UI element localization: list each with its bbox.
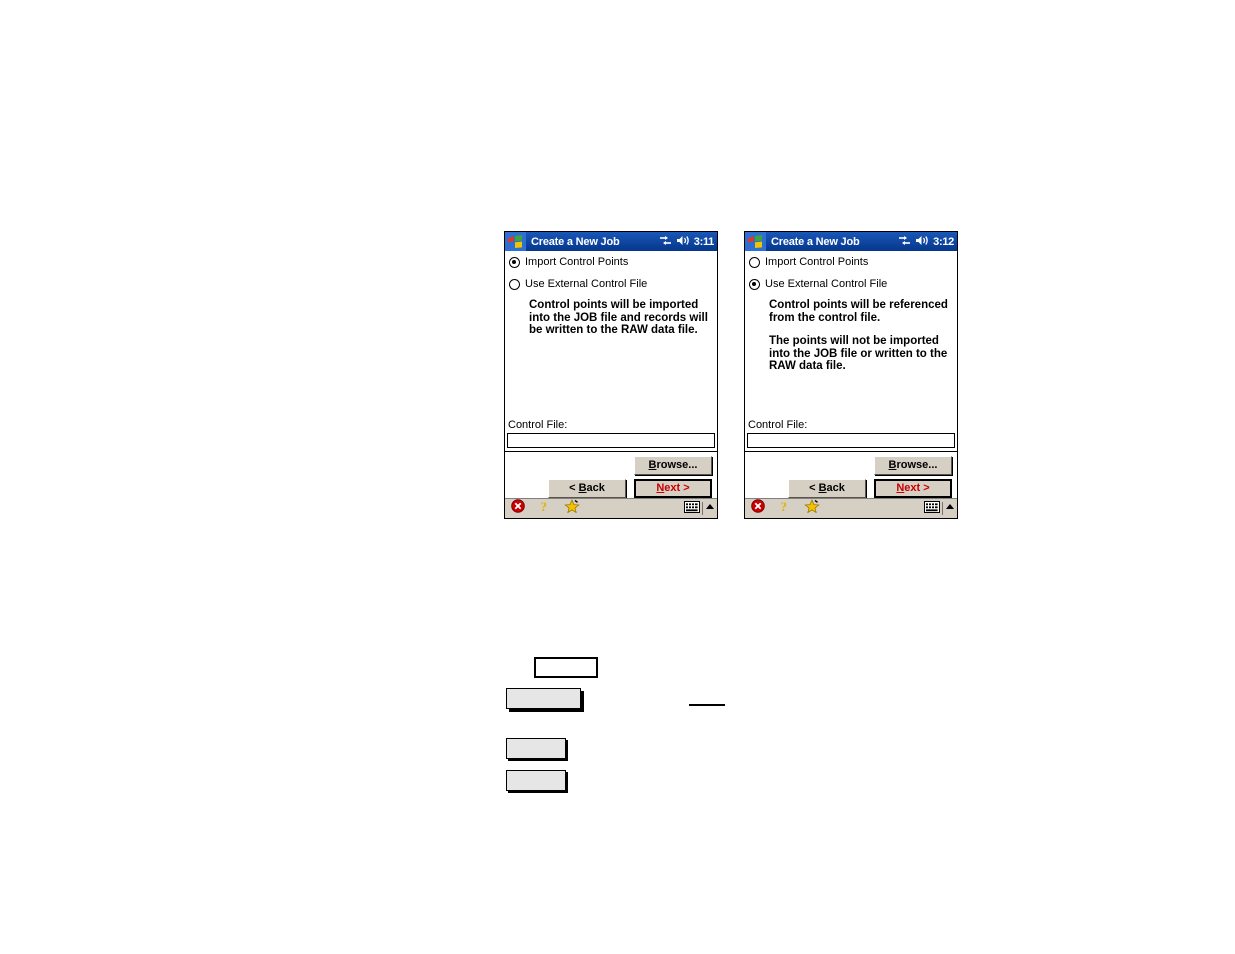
- speaker-icon[interactable]: [676, 233, 690, 251]
- speaker-icon[interactable]: [915, 233, 929, 251]
- next-button[interactable]: Next >: [874, 479, 952, 498]
- control-file-label: Control File:: [748, 419, 808, 431]
- blank-box-1: [534, 657, 598, 678]
- clock: 3:11: [693, 235, 715, 248]
- chevron-up-icon[interactable]: [705, 500, 715, 518]
- taskbar-tray: [924, 499, 955, 518]
- help-question-icon[interactable]: ?: [779, 499, 790, 518]
- star-icon[interactable]: [804, 498, 820, 518]
- description-area: Control points will be referenced from t…: [745, 295, 957, 419]
- back-button[interactable]: < Back: [548, 479, 626, 498]
- navigation-row: < Back Next >: [745, 475, 957, 498]
- connectivity-icon[interactable]: [898, 233, 911, 251]
- pda-window-left: Create a New Job 3:11 Import Control Poi…: [504, 231, 718, 519]
- radio-label: Import Control Points: [765, 256, 869, 268]
- blank-box-2: [506, 688, 581, 709]
- back-button[interactable]: < Back: [788, 479, 866, 498]
- keyboard-icon[interactable]: [924, 500, 940, 518]
- radio-label: Use External Control File: [765, 278, 888, 290]
- taskbar-tray: [684, 499, 715, 518]
- taskbar: ?: [745, 498, 957, 518]
- horizontal-rule: [689, 704, 725, 706]
- svg-text:?: ?: [781, 499, 788, 513]
- radio-option-import-control-points[interactable]: Import Control Points: [505, 251, 717, 273]
- navigation-row: < Back Next >: [505, 475, 717, 498]
- help-question-icon[interactable]: ?: [539, 499, 550, 518]
- window-title: Create a New Job: [771, 235, 860, 248]
- radio-button[interactable]: [509, 278, 520, 290]
- description-paragraph: Control points will be imported into the…: [529, 299, 708, 337]
- star-icon[interactable]: [564, 498, 580, 518]
- blank-box-3: [506, 738, 566, 759]
- description-paragraph: Control points will be referenced from t…: [769, 299, 948, 324]
- svg-text:?: ?: [541, 499, 548, 513]
- browse-row: Browse...: [745, 452, 957, 475]
- radio-button[interactable]: [749, 256, 760, 268]
- radio-option-import-control-points[interactable]: Import Control Points: [745, 251, 957, 273]
- next-button[interactable]: Next >: [634, 479, 712, 498]
- radio-button[interactable]: [509, 256, 520, 268]
- title-bar: Create a New Job 3:12: [745, 232, 957, 251]
- browse-button[interactable]: Browse...: [874, 456, 952, 475]
- taskbar: ?: [505, 498, 717, 518]
- windows-flag-icon: [745, 232, 766, 251]
- control-file-input[interactable]: [747, 433, 955, 448]
- window-title: Create a New Job: [531, 235, 620, 248]
- titlebar-tray: 3:12: [898, 232, 954, 251]
- chevron-up-icon[interactable]: [945, 500, 955, 518]
- radio-label: Import Control Points: [525, 256, 629, 268]
- keyboard-icon[interactable]: [684, 500, 700, 518]
- radio-option-use-external-control-file[interactable]: Use External Control File: [505, 273, 717, 295]
- radio-label: Use External Control File: [525, 278, 648, 290]
- browse-button[interactable]: Browse...: [634, 456, 712, 475]
- tray-divider: [942, 502, 943, 515]
- windows-flag-icon: [505, 232, 526, 251]
- control-file-input[interactable]: [507, 433, 715, 448]
- radio-option-use-external-control-file[interactable]: Use External Control File: [745, 273, 957, 295]
- close-circle-icon[interactable]: [511, 499, 525, 518]
- connectivity-icon[interactable]: [659, 233, 672, 251]
- description-area: Control points will be imported into the…: [505, 295, 717, 419]
- client-area: Import Control Points Use External Contr…: [505, 251, 717, 498]
- radio-button[interactable]: [749, 278, 760, 290]
- browse-row: Browse...: [505, 452, 717, 475]
- close-circle-icon[interactable]: [751, 499, 765, 518]
- control-file-label: Control File:: [508, 419, 568, 431]
- blank-box-4: [506, 770, 566, 791]
- tray-divider: [702, 502, 703, 515]
- titlebar-tray: 3:11: [659, 232, 714, 251]
- pda-window-right: Create a New Job 3:12 Import Control Poi…: [744, 231, 958, 519]
- client-area: Import Control Points Use External Contr…: [745, 251, 957, 498]
- title-bar: Create a New Job 3:11: [505, 232, 717, 251]
- description-paragraph: The points will not be imported into the…: [769, 335, 948, 373]
- clock: 3:12: [933, 235, 954, 248]
